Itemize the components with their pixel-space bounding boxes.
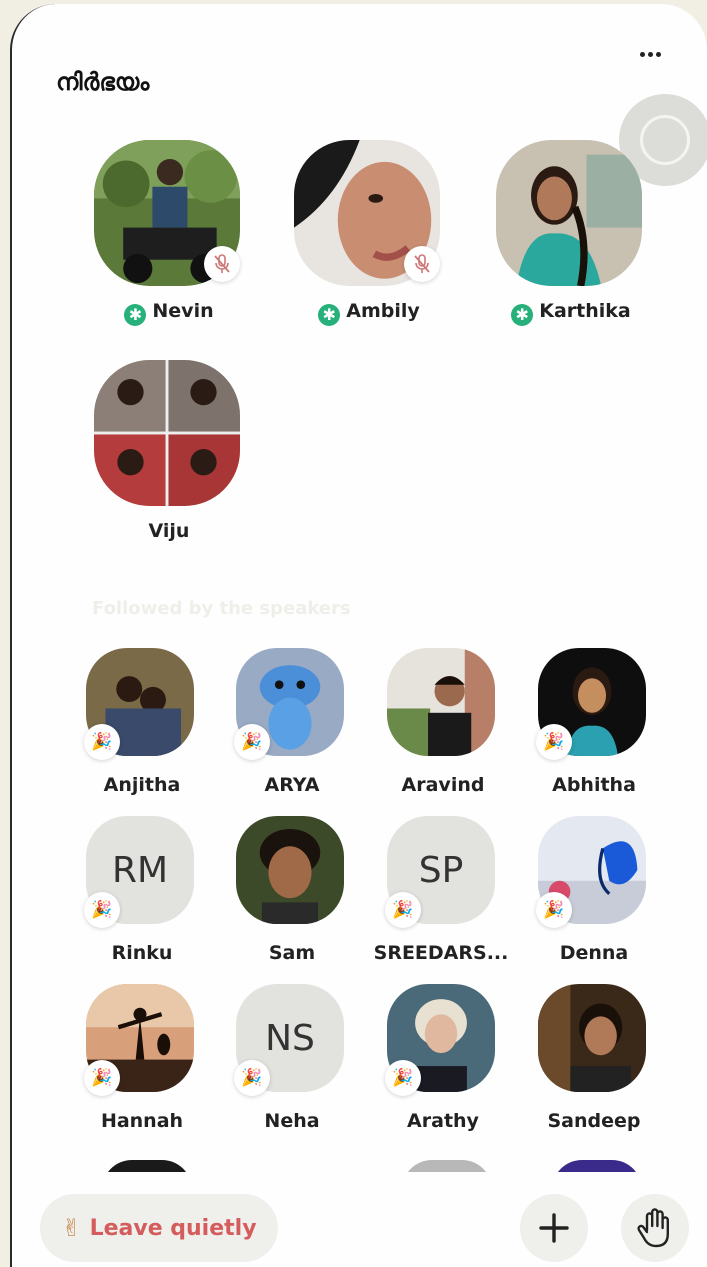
listener-rinku[interactable]: RM 🎉 Rinku (84, 816, 198, 976)
new-member-icon: 🎉 (385, 1060, 421, 1096)
listener-name: SREEDARS... (373, 942, 509, 964)
more-dot (655, 51, 661, 57)
avatar (94, 360, 240, 506)
listener-name: Neha (264, 1110, 320, 1132)
leave-quietly-label: Leave quietly (89, 1215, 257, 1241)
listener-arathy[interactable]: 🎉 Arathy (385, 984, 499, 1144)
listener-name: Denna (559, 942, 629, 964)
new-member-icon: 🎉 (234, 724, 270, 760)
listener-sandeep[interactable]: Sandeep (538, 984, 650, 1144)
listener-name: Sandeep (547, 1110, 641, 1132)
speaker-name: Nevin (152, 300, 214, 322)
new-member-icon: 🎉 (84, 724, 120, 760)
new-member-icon: 🎉 (84, 892, 120, 928)
avatar (387, 648, 495, 756)
more-options-button[interactable] (635, 44, 665, 64)
speaker-name-row: ✱ Nevin (94, 300, 244, 326)
speaker-nevin[interactable]: ✱ Nevin (94, 140, 244, 340)
listener-aravind[interactable]: Aravind (387, 648, 499, 808)
avatar (538, 984, 646, 1092)
plus-icon (539, 1213, 569, 1243)
new-member-icon: 🎉 (234, 1060, 270, 1096)
speaker-ambily[interactable]: ✱ Ambily (294, 140, 444, 340)
listener-name: Hannah (100, 1110, 184, 1132)
muted-mic-icon (404, 246, 440, 282)
speaker-name-row: ✱ Karthika (496, 300, 646, 326)
listener-name: Rinku (111, 942, 173, 964)
hand-icon (637, 1208, 669, 1248)
avatar (496, 140, 642, 286)
new-member-icon: 🎉 (84, 1060, 120, 1096)
speaker-karthika[interactable]: ✱ Karthika (496, 140, 646, 340)
followed-by-speakers-label: Followed by the speakers (92, 598, 351, 619)
room-title: നിർഭയം (56, 68, 150, 96)
speaker-name: Ambily (346, 300, 420, 322)
room-screen: നിർഭയം ✱ Nevin ✱ Ambily ✱ Karthika Viju … (10, 4, 707, 1267)
listener-name: Anjitha (103, 774, 181, 796)
minimize-ring-icon (640, 115, 690, 165)
moderator-icon: ✱ (511, 304, 534, 326)
more-dot (647, 51, 653, 57)
new-member-icon: 🎉 (536, 892, 572, 928)
listener-name: Abhitha (552, 774, 636, 796)
new-member-icon: 🎉 (536, 724, 572, 760)
moderator-icon: ✱ (318, 304, 341, 326)
listener-name: Arathy (407, 1110, 479, 1132)
listener-hannah[interactable]: 🎉 Hannah (84, 984, 198, 1144)
add-button[interactable] (520, 1194, 588, 1262)
listener-abhitha[interactable]: 🎉 Abhitha (536, 648, 650, 808)
new-member-icon: 🎉 (385, 892, 421, 928)
peace-hand-icon: ✌ (61, 1214, 82, 1242)
listener-name: Sam (268, 942, 316, 964)
listener-denna[interactable]: 🎉 Denna (536, 816, 650, 976)
listener-name: ARYA (264, 774, 320, 796)
moderator-icon: ✱ (124, 304, 147, 326)
speaker-viju[interactable]: Viju (94, 360, 244, 560)
listener-neha[interactable]: NS 🎉 Neha (234, 984, 348, 1144)
raise-hand-button[interactable] (621, 1194, 689, 1262)
leave-quietly-button[interactable]: ✌ Leave quietly (40, 1194, 278, 1262)
speaker-name: Karthika (539, 300, 631, 322)
listener-name: Aravind (401, 774, 485, 796)
bottom-bar: ✌ Leave quietly (12, 1172, 707, 1267)
listener-sam[interactable]: Sam (236, 816, 348, 976)
listener-arya[interactable]: 🎉 ARYA (234, 648, 348, 808)
listener-sreedars[interactable]: SP 🎉 SREEDARS... (374, 816, 508, 976)
more-dots-icon (639, 51, 645, 57)
muted-mic-icon (204, 246, 240, 282)
listener-anjitha[interactable]: 🎉 Anjitha (84, 648, 198, 808)
speaker-name: Viju (148, 520, 190, 542)
speaker-name-row: ✱ Ambily (294, 300, 444, 326)
avatar (236, 816, 344, 924)
